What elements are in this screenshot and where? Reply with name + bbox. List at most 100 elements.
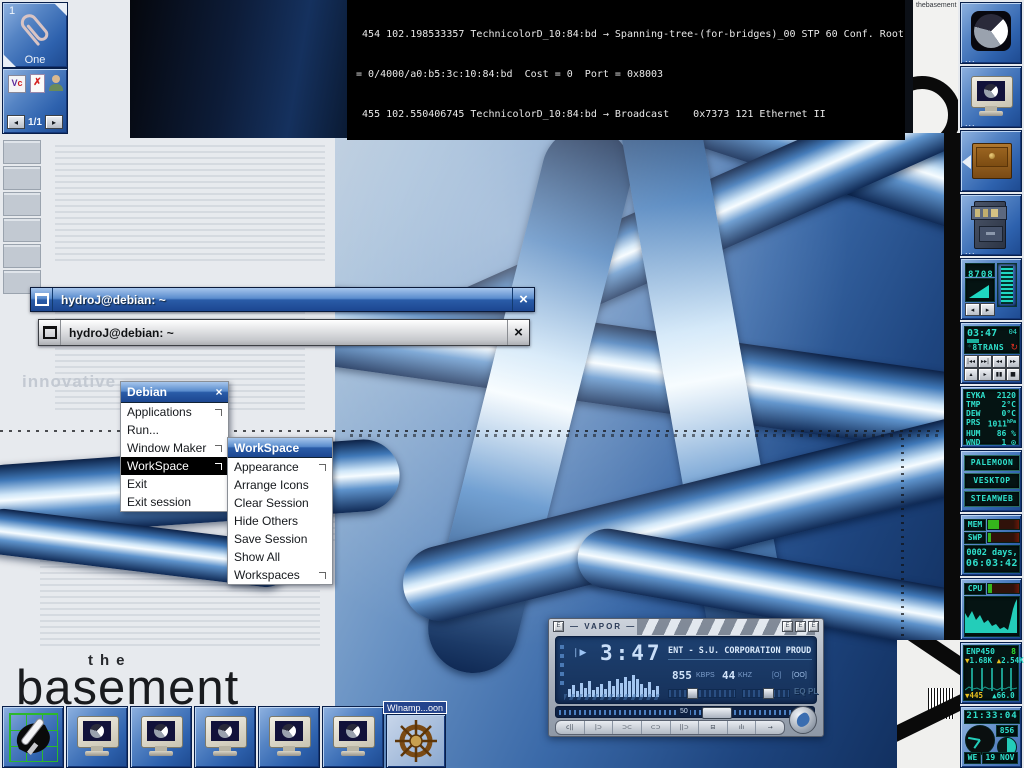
- menu-item-window-maker[interactable]: Window Maker: [121, 439, 228, 457]
- winamp-logo-button[interactable]: [789, 706, 817, 734]
- play-button[interactable]: |⊃: [585, 721, 614, 734]
- player-prev-button[interactable]: |◂◂: [964, 355, 978, 368]
- stop-button[interactable]: ⊂⊃: [642, 721, 671, 734]
- dock-app-tools[interactable]: [2, 706, 64, 768]
- vc-app-icon[interactable]: Vc: [8, 75, 26, 93]
- mixer-right-button[interactable]: ▸: [980, 303, 995, 316]
- winamp-menu-button[interactable]: E: [553, 621, 564, 632]
- menu-item-save-session[interactable]: Save Session: [228, 530, 332, 548]
- eject-button[interactable]: ⊟: [699, 721, 728, 734]
- dock-app-weather[interactable]: EYKA2120 TMP2°C DEW0°C PRS1011hPa HUM86 …: [960, 386, 1022, 448]
- player-next-button[interactable]: ▸▸|: [978, 355, 992, 368]
- corner-brand-label: thebasement: [913, 0, 958, 9]
- terminal-window[interactable]: 454 102.198533357 TechnicolorD_10:84:bd …: [347, 0, 905, 140]
- dock-app-drawer[interactable]: [960, 130, 1022, 192]
- workspace-submenu: WorkSpace Appearance Arrange Icons Clear…: [227, 437, 333, 585]
- desktop: { "desktop": { "corner_brand": "thebasem…: [0, 0, 1024, 768]
- menu-item-run[interactable]: Run...: [121, 421, 228, 439]
- dock-app-gnustep[interactable]: ...: [960, 2, 1022, 64]
- close-button[interactable]: ×: [507, 320, 529, 345]
- wallpaper-thumbnail: [3, 166, 41, 190]
- winamp-titlebar[interactable]: E — VAPOR — E E E: [549, 619, 823, 634]
- wallpaper-dotted-line: [350, 434, 944, 437]
- menu-item-applications[interactable]: Applications: [121, 403, 228, 421]
- winamp-display: ❘▶ 3:47 ENT - S.U. CORPORATION PROUDLY 8…: [555, 636, 817, 704]
- dock-app-terminal[interactable]: ...: [960, 66, 1022, 128]
- player-pause-button[interactable]: ▮▮: [992, 368, 1006, 381]
- launcher-button-steamweb[interactable]: STEAMWEB: [964, 491, 1020, 507]
- dock-app-clock[interactable]: 21:33:04 856 WE 19 NOV: [960, 706, 1022, 768]
- gnustep-tools-icon: [9, 713, 57, 761]
- position-handle[interactable]: [702, 707, 732, 719]
- eq-button[interactable]: EQ: [794, 687, 806, 696]
- menu-item-clear-session[interactable]: Clear Session: [228, 494, 332, 512]
- prev-button[interactable]: c||: [556, 721, 585, 734]
- shuffle-button[interactable]: ılı: [728, 721, 757, 734]
- balance-slider[interactable]: [668, 689, 736, 698]
- pl-button[interactable]: PL: [808, 687, 818, 696]
- dock-app-launcher: PALEMOON VESKTOP STEAMWEB: [960, 450, 1022, 512]
- miniaturize-button[interactable]: [39, 320, 61, 345]
- dock-app-mixer[interactable]: 8708 ◂ ▸: [960, 258, 1022, 320]
- workspace-submenu-titlebar[interactable]: WorkSpace: [228, 438, 332, 458]
- menu-item-workspaces[interactable]: Workspaces: [228, 566, 332, 584]
- winamp-player: E — VAPOR — E E E ❘▶ 3:47 ENT - S.U. COR…: [548, 618, 824, 737]
- menu-item-exit[interactable]: Exit: [121, 475, 228, 493]
- pager-next-button[interactable]: ▸: [45, 115, 63, 129]
- close-button[interactable]: ×: [512, 288, 534, 311]
- next-button[interactable]: ||⊃: [671, 721, 700, 734]
- wallpaper-dotted-column: [901, 438, 904, 638]
- dock-app-player[interactable]: 03:47 04 *8TRANS ↻ |◂◂ ▸▸| ◂◂ ▸▸ ▴ ▸ ▮▮ …: [960, 322, 1022, 384]
- menu-item-workspace[interactable]: WorkSpace: [121, 457, 228, 475]
- dock-app-terminal-5[interactable]: [258, 706, 320, 768]
- clip-corner-next[interactable]: [54, 3, 67, 16]
- mixer-left-button[interactable]: ◂: [965, 303, 980, 316]
- pause-button[interactable]: ⊃⊂: [613, 721, 642, 734]
- cpu-meter: [987, 583, 1020, 594]
- player-rew-button[interactable]: ◂◂: [992, 355, 1006, 368]
- dock-app-file-cabinet[interactable]: ...: [960, 194, 1022, 256]
- player-play-button[interactable]: ▸: [978, 368, 992, 381]
- player-eject-button[interactable]: ▴: [964, 368, 978, 381]
- window-title: hydroJ@debian: ~: [53, 288, 512, 311]
- menu-item-arrange-icons[interactable]: Arrange Icons: [228, 476, 332, 494]
- player-track-no: 04: [1009, 328, 1017, 336]
- debian-menu-titlebar[interactable]: Debian ×: [121, 382, 228, 403]
- player-ffwd-button[interactable]: ▸▸: [1006, 355, 1020, 368]
- volume-slider[interactable]: [742, 689, 790, 698]
- window-titlebar-active[interactable]: hydroJ@debian: ~ ×: [30, 287, 535, 312]
- window-titlebar-inactive[interactable]: hydroJ@debian: ~ ×: [38, 319, 530, 346]
- winamp-close-button[interactable]: E: [808, 621, 819, 632]
- clutterbar[interactable]: [560, 645, 564, 685]
- dock-app-network[interactable]: ENP450 8 ▼1.68K ▲2.54K ▼445 ▲66.0: [960, 642, 1022, 704]
- dock-app-terminal-2[interactable]: [66, 706, 128, 768]
- launcher-button-vesktop[interactable]: VESKTOP: [964, 473, 1020, 489]
- repeat-button[interactable]: →: [756, 721, 784, 734]
- dock-app-terminal-3[interactable]: [130, 706, 192, 768]
- menu-item-appearance[interactable]: Appearance: [228, 458, 332, 476]
- user-bust-icon[interactable]: [49, 75, 63, 91]
- winamp-shade-button[interactable]: E: [795, 621, 806, 632]
- dock-app-winamp[interactable]: [386, 714, 446, 768]
- dock-app-memory[interactable]: MEM SWP 0002 days, 06:03:42: [960, 514, 1022, 576]
- swoosh-stroke: [897, 640, 960, 681]
- workspace-clip[interactable]: 1 One: [2, 2, 68, 68]
- winamp-minimize-button[interactable]: E: [782, 621, 793, 632]
- mixer-volume-wedge[interactable]: [965, 278, 995, 302]
- miniaturize-button[interactable]: [31, 288, 53, 311]
- menu-close-button[interactable]: ×: [210, 385, 228, 399]
- menu-item-hide-others[interactable]: Hide Others: [228, 512, 332, 530]
- drawer-arrow-icon[interactable]: [962, 155, 971, 169]
- uptime-time: 06:03:42: [965, 558, 1019, 569]
- net-down-rate: 1.68K: [970, 656, 993, 665]
- document-x-icon[interactable]: ✗: [30, 74, 45, 93]
- launcher-button-palemoon[interactable]: PALEMOON: [964, 455, 1020, 471]
- menu-item-exit-session[interactable]: Exit session: [121, 493, 228, 511]
- player-stop-button[interactable]: ■: [1006, 368, 1020, 381]
- terminal-monitor-icon: [267, 715, 311, 759]
- position-bar[interactable]: 50 100: [555, 706, 815, 718]
- menu-item-show-all[interactable]: Show All: [228, 548, 332, 566]
- dock-app-terminal-6[interactable]: [322, 706, 384, 768]
- dock-app-cpu[interactable]: CPU: [960, 578, 1022, 640]
- dock-app-terminal-4[interactable]: [194, 706, 256, 768]
